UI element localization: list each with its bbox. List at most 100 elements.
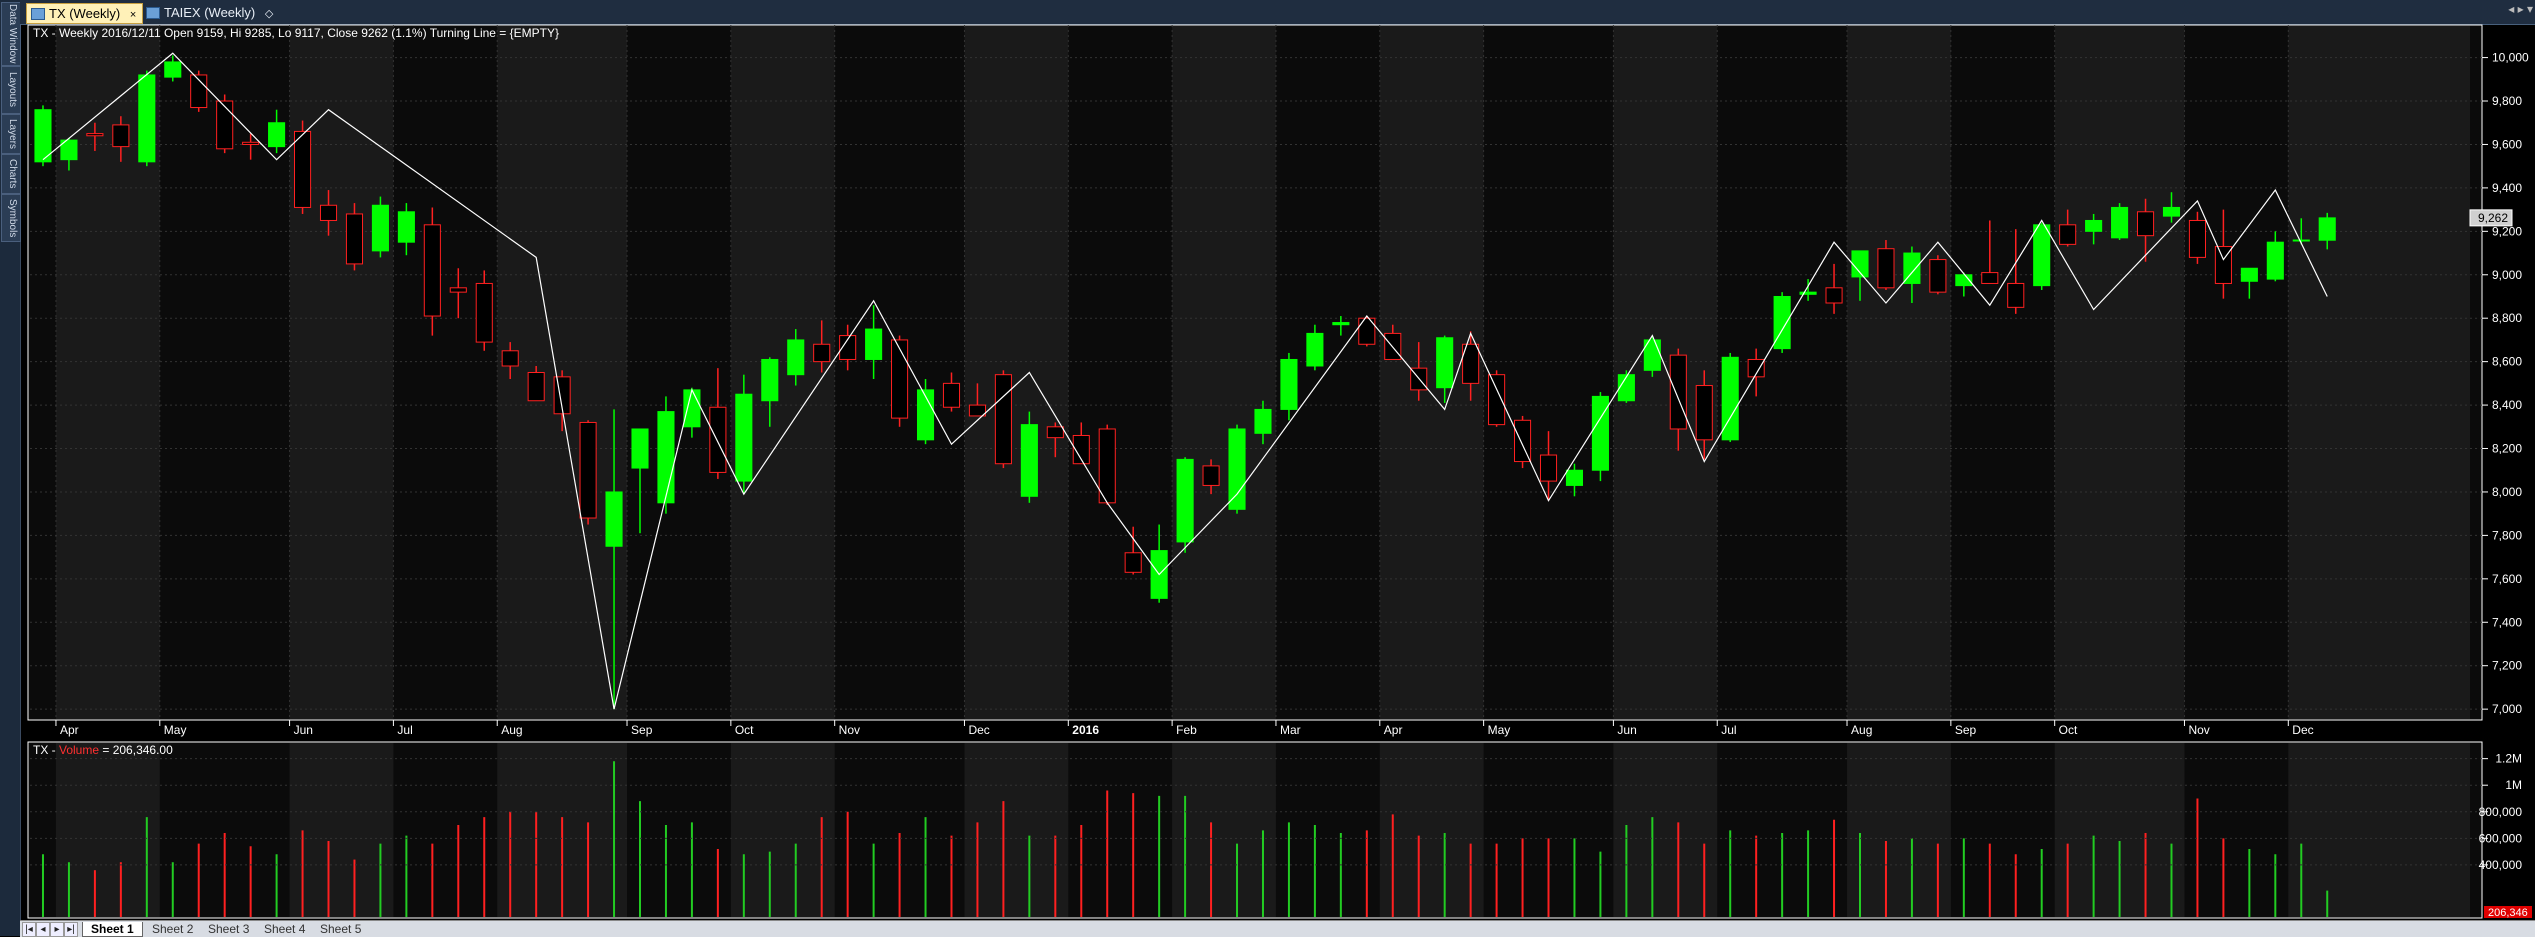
x-tick-label: Nov [2188,723,2209,737]
x-tick-label: Feb [1176,723,1197,737]
y-tick-label: 8,200 [2492,442,2522,456]
candle-body [1098,428,1116,504]
volume-tick-label: 1.2M [2495,752,2522,766]
x-tick-label: Nov [839,723,860,737]
y-tick-label: 9,400 [2492,181,2522,195]
prev-sheet-button[interactable]: ◂ [36,922,50,937]
last-volume-label: 206,346 [2488,907,2528,919]
sheet-tab-2[interactable]: Sheet 2 [144,922,201,936]
x-tick-label: Dec [968,723,989,737]
volume-title-name: Volume [59,743,100,757]
volume-tick-label: 1M [2505,778,2522,792]
candle-body [891,339,909,419]
candle-body [319,204,338,221]
volume-tick-label: 400,000 [2479,858,2523,872]
month-band [1613,743,1718,917]
candle-body [2162,206,2181,217]
chart-canvas[interactable]: 7,000 7,200 7,400 7,600 7,800 8,000 8,200 8,400… [0,0,2535,920]
month-band [2054,26,2185,719]
first-sheet-button[interactable]: |◂ [22,922,36,937]
candle-body [1254,408,1272,434]
candle-body [1488,374,1506,426]
candle-body [501,350,519,367]
candle-body [242,141,260,145]
month-band [730,26,835,719]
y-tick-label: 10,000 [2492,51,2529,65]
candle-body [1669,354,1687,430]
next-sheet-button[interactable]: ▸ [50,922,64,937]
candle-body [216,100,234,150]
sheet-tab-3[interactable]: Sheet 3 [200,922,257,936]
candle-body [475,282,493,343]
month-band [2288,26,2470,719]
candle-body [2007,282,2025,308]
x-tick-label: Dec [2292,723,2313,737]
month-band [2288,743,2470,917]
x-tick-label: Aug [501,723,522,737]
y-tick-label: 8,000 [2492,485,2522,499]
x-tick-label: Oct [2059,723,2078,737]
x-tick-label: Oct [735,723,754,737]
candle-body [1877,248,1895,289]
candle-body [994,374,1012,465]
candle-body [112,124,130,148]
y-tick-label: 7,400 [2492,615,2522,629]
sheet-tab-4[interactable]: Sheet 4 [256,922,313,936]
candle-body [1280,358,1298,410]
volume-title-value: = 206,346.00 [99,743,173,757]
candle-body [735,393,753,482]
month-band [289,743,394,917]
candle-body [2318,217,2336,241]
candle-body [397,211,415,243]
sheet-tab-1[interactable]: Sheet 1 [82,922,143,937]
candle-body [2292,239,2310,242]
candle-body [1046,426,1064,439]
y-tick-label: 8,600 [2492,355,2522,369]
candle-body [1929,259,1947,293]
y-tick-label: 7,200 [2492,659,2522,673]
candle-body [294,130,312,208]
month-band [730,743,835,917]
candle-body [942,382,961,408]
x-tick-label: Jun [1617,723,1636,737]
y-tick-label: 7,800 [2492,528,2522,542]
candle-body [268,122,286,148]
volume-tick-label: 600,000 [2479,831,2523,845]
candle-body [605,491,623,547]
candle-body [787,339,805,376]
x-tick-label: Jul [397,723,412,737]
x-tick-label: May [164,723,187,737]
volume-title-prefix: TX - [33,743,59,757]
candle-body [2033,224,2051,287]
sheet-tab-5[interactable]: Sheet 5 [312,922,369,936]
candle-body [138,74,156,163]
candle-body [2136,211,2155,237]
candle-body [1332,322,1350,326]
y-tick-label: 7,000 [2492,702,2522,716]
candle-body [865,328,883,360]
y-tick-label: 9,800 [2492,94,2522,108]
candle-body [423,224,441,317]
candle-body [2085,219,2103,232]
x-tick-label: May [1488,723,1511,737]
candle-body [683,389,701,428]
candle-body [813,343,831,363]
last-sheet-button[interactable]: ▸| [64,922,78,937]
y-tick-label: 7,600 [2492,572,2522,586]
x-tick-label: Jul [1721,723,1736,737]
candle-body [1436,337,1454,389]
candle-body [1124,552,1142,573]
candle-body [1981,272,1999,284]
candle-body [1176,458,1194,543]
candle-body [1539,454,1558,482]
y-tick-label: 9,200 [2492,224,2522,238]
month-band [1847,26,1951,719]
candle-body [1799,291,1817,295]
month-band [964,26,1069,719]
x-tick-label: Apr [1384,723,1403,737]
candle-body [1565,469,1584,486]
x-tick-label: Aug [1851,723,1872,737]
candle-body [449,287,467,293]
candle-body [1306,332,1324,367]
candle-body [1773,295,1791,350]
